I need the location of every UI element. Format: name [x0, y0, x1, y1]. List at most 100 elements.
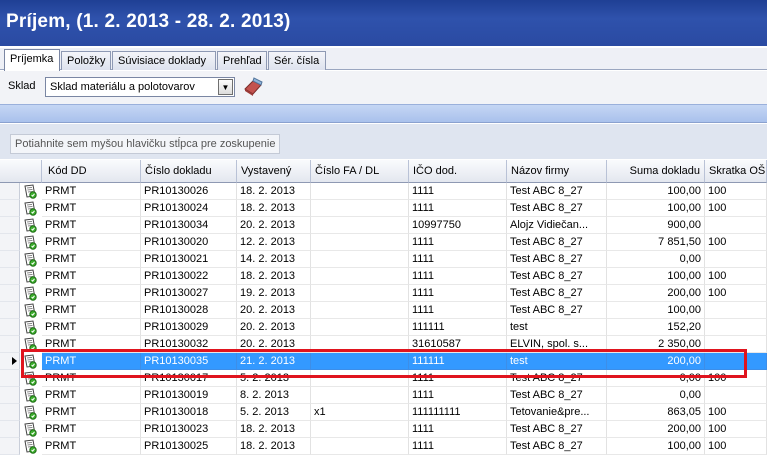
cell-nazov-firmy: Test ABC 8_27: [507, 285, 607, 302]
chevron-down-icon[interactable]: ▼: [218, 79, 233, 95]
column-header-cislo-fa-dl[interactable]: Číslo FA / DL: [311, 160, 409, 183]
cell-vystaveny: 5. 2. 2013: [237, 404, 311, 421]
cell-skratka-os: 100: [705, 183, 767, 200]
cell-suma-dokladu: 0,00: [607, 370, 705, 387]
row-indicator[interactable]: [0, 438, 20, 455]
document-icon: [24, 269, 37, 284]
tab-prehlad[interactable]: Prehľad: [217, 51, 267, 70]
row-indicator[interactable]: [0, 268, 20, 285]
cell-nazov-firmy: test: [507, 353, 607, 370]
row-indicator[interactable]: [0, 217, 20, 234]
cell-ico-dod: 1111: [409, 183, 507, 200]
column-header-kod-dd[interactable]: Kód DD: [42, 160, 141, 183]
cell-skratka-os: [705, 319, 767, 336]
cell-ico-dod: 31610587: [409, 336, 507, 353]
row-indicator[interactable]: [0, 404, 20, 421]
cell-kod-dd: PRMT: [42, 370, 141, 387]
table-row[interactable]: PRMT PR10130027 19. 2. 2013 1111 Test ABC 8_…: [0, 285, 767, 302]
cell-vystaveny: 14. 2. 2013: [237, 251, 311, 268]
cell-nazov-firmy: Test ABC 8_27: [507, 234, 607, 251]
table-row[interactable]: PRMT PR10130019 8. 2. 2013 1111 Test ABC 8_2…: [0, 387, 767, 404]
document-icon: [24, 422, 37, 437]
tab-prijemka[interactable]: Príjemka: [4, 49, 60, 71]
document-icon: [24, 235, 37, 250]
cell-nazov-firmy: Test ABC 8_27: [507, 268, 607, 285]
table-row[interactable]: PRMT PR10130018 5. 2. 2013 x1 111111111 Tetov…: [0, 404, 767, 421]
cell-suma-dokladu: 100,00: [607, 268, 705, 285]
row-indicator[interactable]: [0, 234, 20, 251]
column-header-nazov-firmy[interactable]: Názov firmy: [507, 160, 607, 183]
table-row[interactable]: PRMT PR10130020 12. 2. 2013 1111 Test ABC 8_…: [0, 234, 767, 251]
cell-cislo-fa-dl: [311, 319, 409, 336]
group-by-zone[interactable]: Potiahnite sem myšou hlavičku stĺpca pre…: [0, 124, 767, 159]
cell-nazov-firmy: test: [507, 319, 607, 336]
cell-skratka-os: 100: [705, 370, 767, 387]
table-row[interactable]: PRMT PR10130025 18. 2. 2013 1111 Test ABC 8_…: [0, 438, 767, 455]
cell-suma-dokladu: 100,00: [607, 438, 705, 455]
row-indicator[interactable]: [0, 302, 20, 319]
sklad-select[interactable]: Sklad materiálu a polotovarov ▼: [45, 77, 235, 97]
row-indicator[interactable]: [0, 285, 20, 302]
cell-vystaveny: 20. 2. 2013: [237, 319, 311, 336]
cell-vystaveny: 18. 2. 2013: [237, 200, 311, 217]
cell-ico-dod: 1111: [409, 438, 507, 455]
row-indicator[interactable]: [0, 319, 20, 336]
column-header-cislo-dokladu[interactable]: Číslo dokladu: [141, 160, 237, 183]
cell-kod-dd: PRMT: [42, 285, 141, 302]
cell-vystaveny: 20. 2. 2013: [237, 336, 311, 353]
cell-kod-dd: PRMT: [42, 404, 141, 421]
cell-nazov-firmy: Test ABC 8_27: [507, 438, 607, 455]
cell-ico-dod: 1111: [409, 251, 507, 268]
group-by-hint: Potiahnite sem myšou hlavičku stĺpca pre…: [10, 134, 281, 154]
cell-cislo-dokladu: PR10130020: [141, 234, 237, 251]
cell-skratka-os: 100: [705, 268, 767, 285]
row-indicator[interactable]: [0, 183, 20, 200]
tab-polozky[interactable]: Položky: [61, 51, 111, 70]
table-row[interactable]: PRMT PR10130035 21. 2. 2013 111111 test 200,0…: [0, 353, 767, 370]
table-row[interactable]: PRMT PR10130022 18. 2. 2013 1111 Test ABC 8_…: [0, 268, 767, 285]
table-row[interactable]: PRMT PR10130021 14. 2. 2013 1111 Test ABC 8_…: [0, 251, 767, 268]
document-icon: [24, 354, 37, 369]
cell-skratka-os: 100: [705, 200, 767, 217]
cell-cislo-fa-dl: [311, 370, 409, 387]
cell-kod-dd: PRMT: [42, 319, 141, 336]
column-header-skratka-os[interactable]: Skratka OŠ: [705, 160, 767, 183]
cell-ico-dod: 1111: [409, 200, 507, 217]
cell-suma-dokladu: 863,05: [607, 404, 705, 421]
cell-skratka-os: 100: [705, 421, 767, 438]
cell-suma-dokladu: 100,00: [607, 200, 705, 217]
table-row[interactable]: PRMT PR10130017 5. 2. 2013 1111 Test ABC 8_2…: [0, 370, 767, 387]
column-header-ico-dod[interactable]: IČO dod.: [409, 160, 507, 183]
cell-skratka-os: [705, 302, 767, 319]
row-indicator[interactable]: [0, 200, 20, 217]
row-indicator[interactable]: [0, 336, 20, 353]
cell-nazov-firmy: Test ABC 8_27: [507, 302, 607, 319]
table-row[interactable]: PRMT PR10130034 20. 2. 2013 10997750 Alojz V…: [0, 217, 767, 234]
cell-vystaveny: 18. 2. 2013: [237, 268, 311, 285]
column-header-vystaveny[interactable]: Vystavený: [237, 160, 311, 183]
row-indicator[interactable]: [0, 387, 20, 404]
cell-kod-dd: PRMT: [42, 251, 141, 268]
cell-cislo-dokladu: PR10130025: [141, 438, 237, 455]
cell-cislo-fa-dl: [311, 302, 409, 319]
cell-kod-dd: PRMT: [42, 200, 141, 217]
tab-ser-cisla[interactable]: Sér. čísla: [268, 51, 326, 70]
table-row[interactable]: PRMT PR10130026 18. 2. 2013 1111 Test ABC 8_…: [0, 183, 767, 200]
eraser-icon[interactable]: [242, 77, 264, 97]
column-header-suma-dokladu[interactable]: Suma dokladu: [607, 160, 705, 183]
table-row[interactable]: PRMT PR10130032 20. 2. 2013 31610587 ELVIN, …: [0, 336, 767, 353]
row-indicator[interactable]: [0, 421, 20, 438]
row-indicator[interactable]: [0, 353, 20, 370]
table-row[interactable]: PRMT PR10130028 20. 2. 2013 1111 Test ABC 8_…: [0, 302, 767, 319]
cell-cislo-fa-dl: [311, 438, 409, 455]
tab-suvisiace-doklady[interactable]: Súvisiace doklady: [112, 51, 216, 70]
row-indicator[interactable]: [0, 251, 20, 268]
document-icon: [24, 218, 37, 233]
cell-suma-dokladu: 100,00: [607, 302, 705, 319]
table-row[interactable]: PRMT PR10130024 18. 2. 2013 1111 Test ABC 8_…: [0, 200, 767, 217]
table-row[interactable]: PRMT PR10130023 18. 2. 2013 1111 Test ABC 8_…: [0, 421, 767, 438]
document-icon: [24, 201, 37, 216]
tab-strip: Príjemka Položky Súvisiace doklady Prehľ…: [0, 48, 767, 71]
table-row[interactable]: PRMT PR10130029 20. 2. 2013 111111 test 152,2…: [0, 319, 767, 336]
row-indicator[interactable]: [0, 370, 20, 387]
